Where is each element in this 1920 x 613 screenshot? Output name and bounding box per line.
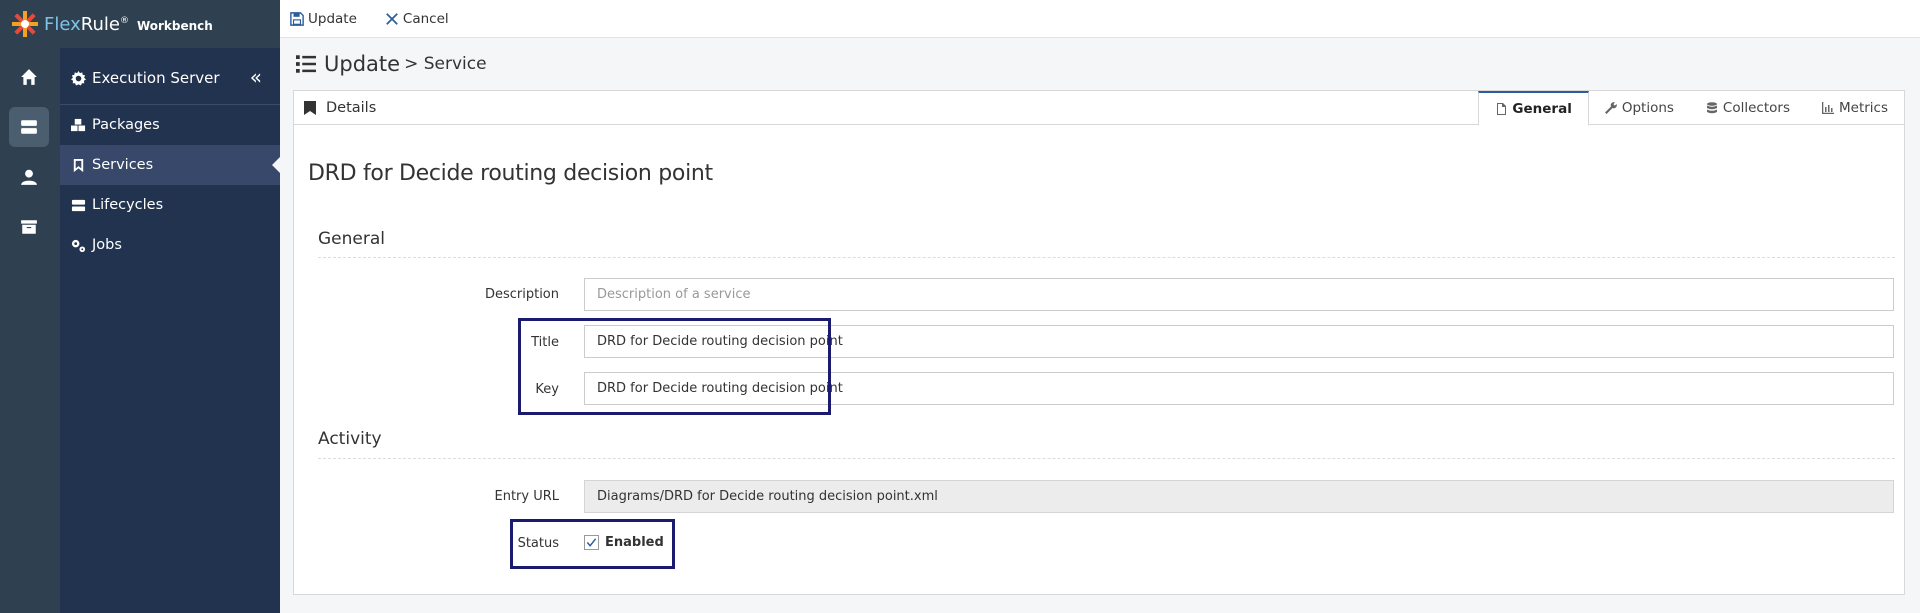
tab-metrics[interactable]: Metrics — [1806, 91, 1904, 125]
server-nav-button[interactable] — [9, 107, 49, 147]
app-logo[interactable]: FlexRule® Workbench — [0, 0, 280, 48]
cubes-icon — [71, 118, 86, 131]
user-nav-button[interactable] — [9, 157, 49, 197]
flexrule-logo-icon — [12, 11, 38, 37]
highlight-box-status — [510, 519, 675, 569]
update-button[interactable]: Update — [290, 11, 357, 27]
sidebar-item-label: Jobs — [92, 237, 122, 253]
wrench-icon — [1604, 102, 1617, 114]
update-label: Update — [308, 10, 357, 27]
save-icon — [290, 11, 304, 26]
entry-url-input[interactable]: Diagrams/DRD for Decide routing decision… — [584, 480, 1894, 513]
tab-options[interactable]: Options — [1589, 91, 1690, 125]
description-label: Description — [484, 287, 559, 302]
home-icon — [21, 69, 37, 85]
chart-icon — [1821, 102, 1834, 114]
section-general: General — [318, 229, 385, 249]
bookmark-icon — [304, 101, 316, 115]
list-icon — [296, 55, 316, 73]
details-heading: Details — [304, 100, 376, 116]
details-panel: Details General Options Collectors Metri… — [293, 90, 1905, 595]
service-title: DRD for Decide routing decision point — [308, 161, 713, 186]
sidebar-header-title: Execution Server — [92, 69, 220, 87]
database-icon — [1706, 102, 1717, 114]
close-icon — [386, 12, 398, 25]
archive-nav-button[interactable] — [9, 207, 49, 247]
sidebar-item-label: Lifecycles — [92, 197, 164, 213]
sidebar-item-jobs[interactable]: Jobs — [60, 225, 280, 265]
collapse-sidebar-button[interactable]: « — [250, 67, 262, 87]
page-title-sub: > Service — [404, 54, 487, 74]
section-divider — [318, 458, 1895, 459]
sidebar: Execution Server « Packages Services Lif… — [60, 0, 280, 613]
sidebar-item-packages[interactable]: Packages — [60, 105, 280, 145]
tab-general[interactable]: General — [1478, 91, 1589, 126]
home-nav-button[interactable] — [9, 57, 49, 97]
entry-url-label: Entry URL — [494, 489, 559, 504]
page-title-main: Update — [324, 52, 401, 76]
cancel-button[interactable]: Cancel — [385, 11, 449, 27]
icon-rail — [0, 0, 60, 613]
sidebar-header: Execution Server « — [60, 60, 280, 96]
description-input[interactable]: Description of a service — [584, 278, 1894, 311]
cogs-icon — [71, 239, 86, 252]
section-divider — [318, 257, 1895, 258]
panel-header: Details General Options Collectors Metri… — [294, 91, 1904, 126]
tab-collectors[interactable]: Collectors — [1690, 91, 1806, 125]
user-icon — [21, 169, 37, 185]
brand-suffix: Workbench — [136, 19, 213, 33]
toolbar: Update Cancel — [280, 0, 1920, 38]
sidebar-item-services[interactable]: Services — [60, 145, 280, 185]
highlight-box-title-key — [518, 318, 831, 415]
file-icon — [1497, 103, 1507, 115]
page-title: Update > Service — [296, 52, 487, 76]
bookmark-icon — [73, 158, 84, 172]
sidebar-item-label: Services — [92, 157, 154, 173]
brand-name: FlexRule® — [44, 13, 129, 35]
cancel-label: Cancel — [402, 10, 449, 27]
archive-icon — [21, 220, 37, 234]
section-activity: Activity — [318, 429, 382, 449]
server-icon — [21, 120, 37, 134]
gear-icon — [71, 70, 86, 86]
server-icon — [71, 199, 86, 211]
sidebar-item-lifecycles[interactable]: Lifecycles — [60, 185, 280, 225]
sidebar-item-label: Packages — [92, 117, 160, 133]
panel-tabs: General Options Collectors Metrics — [1478, 91, 1904, 126]
